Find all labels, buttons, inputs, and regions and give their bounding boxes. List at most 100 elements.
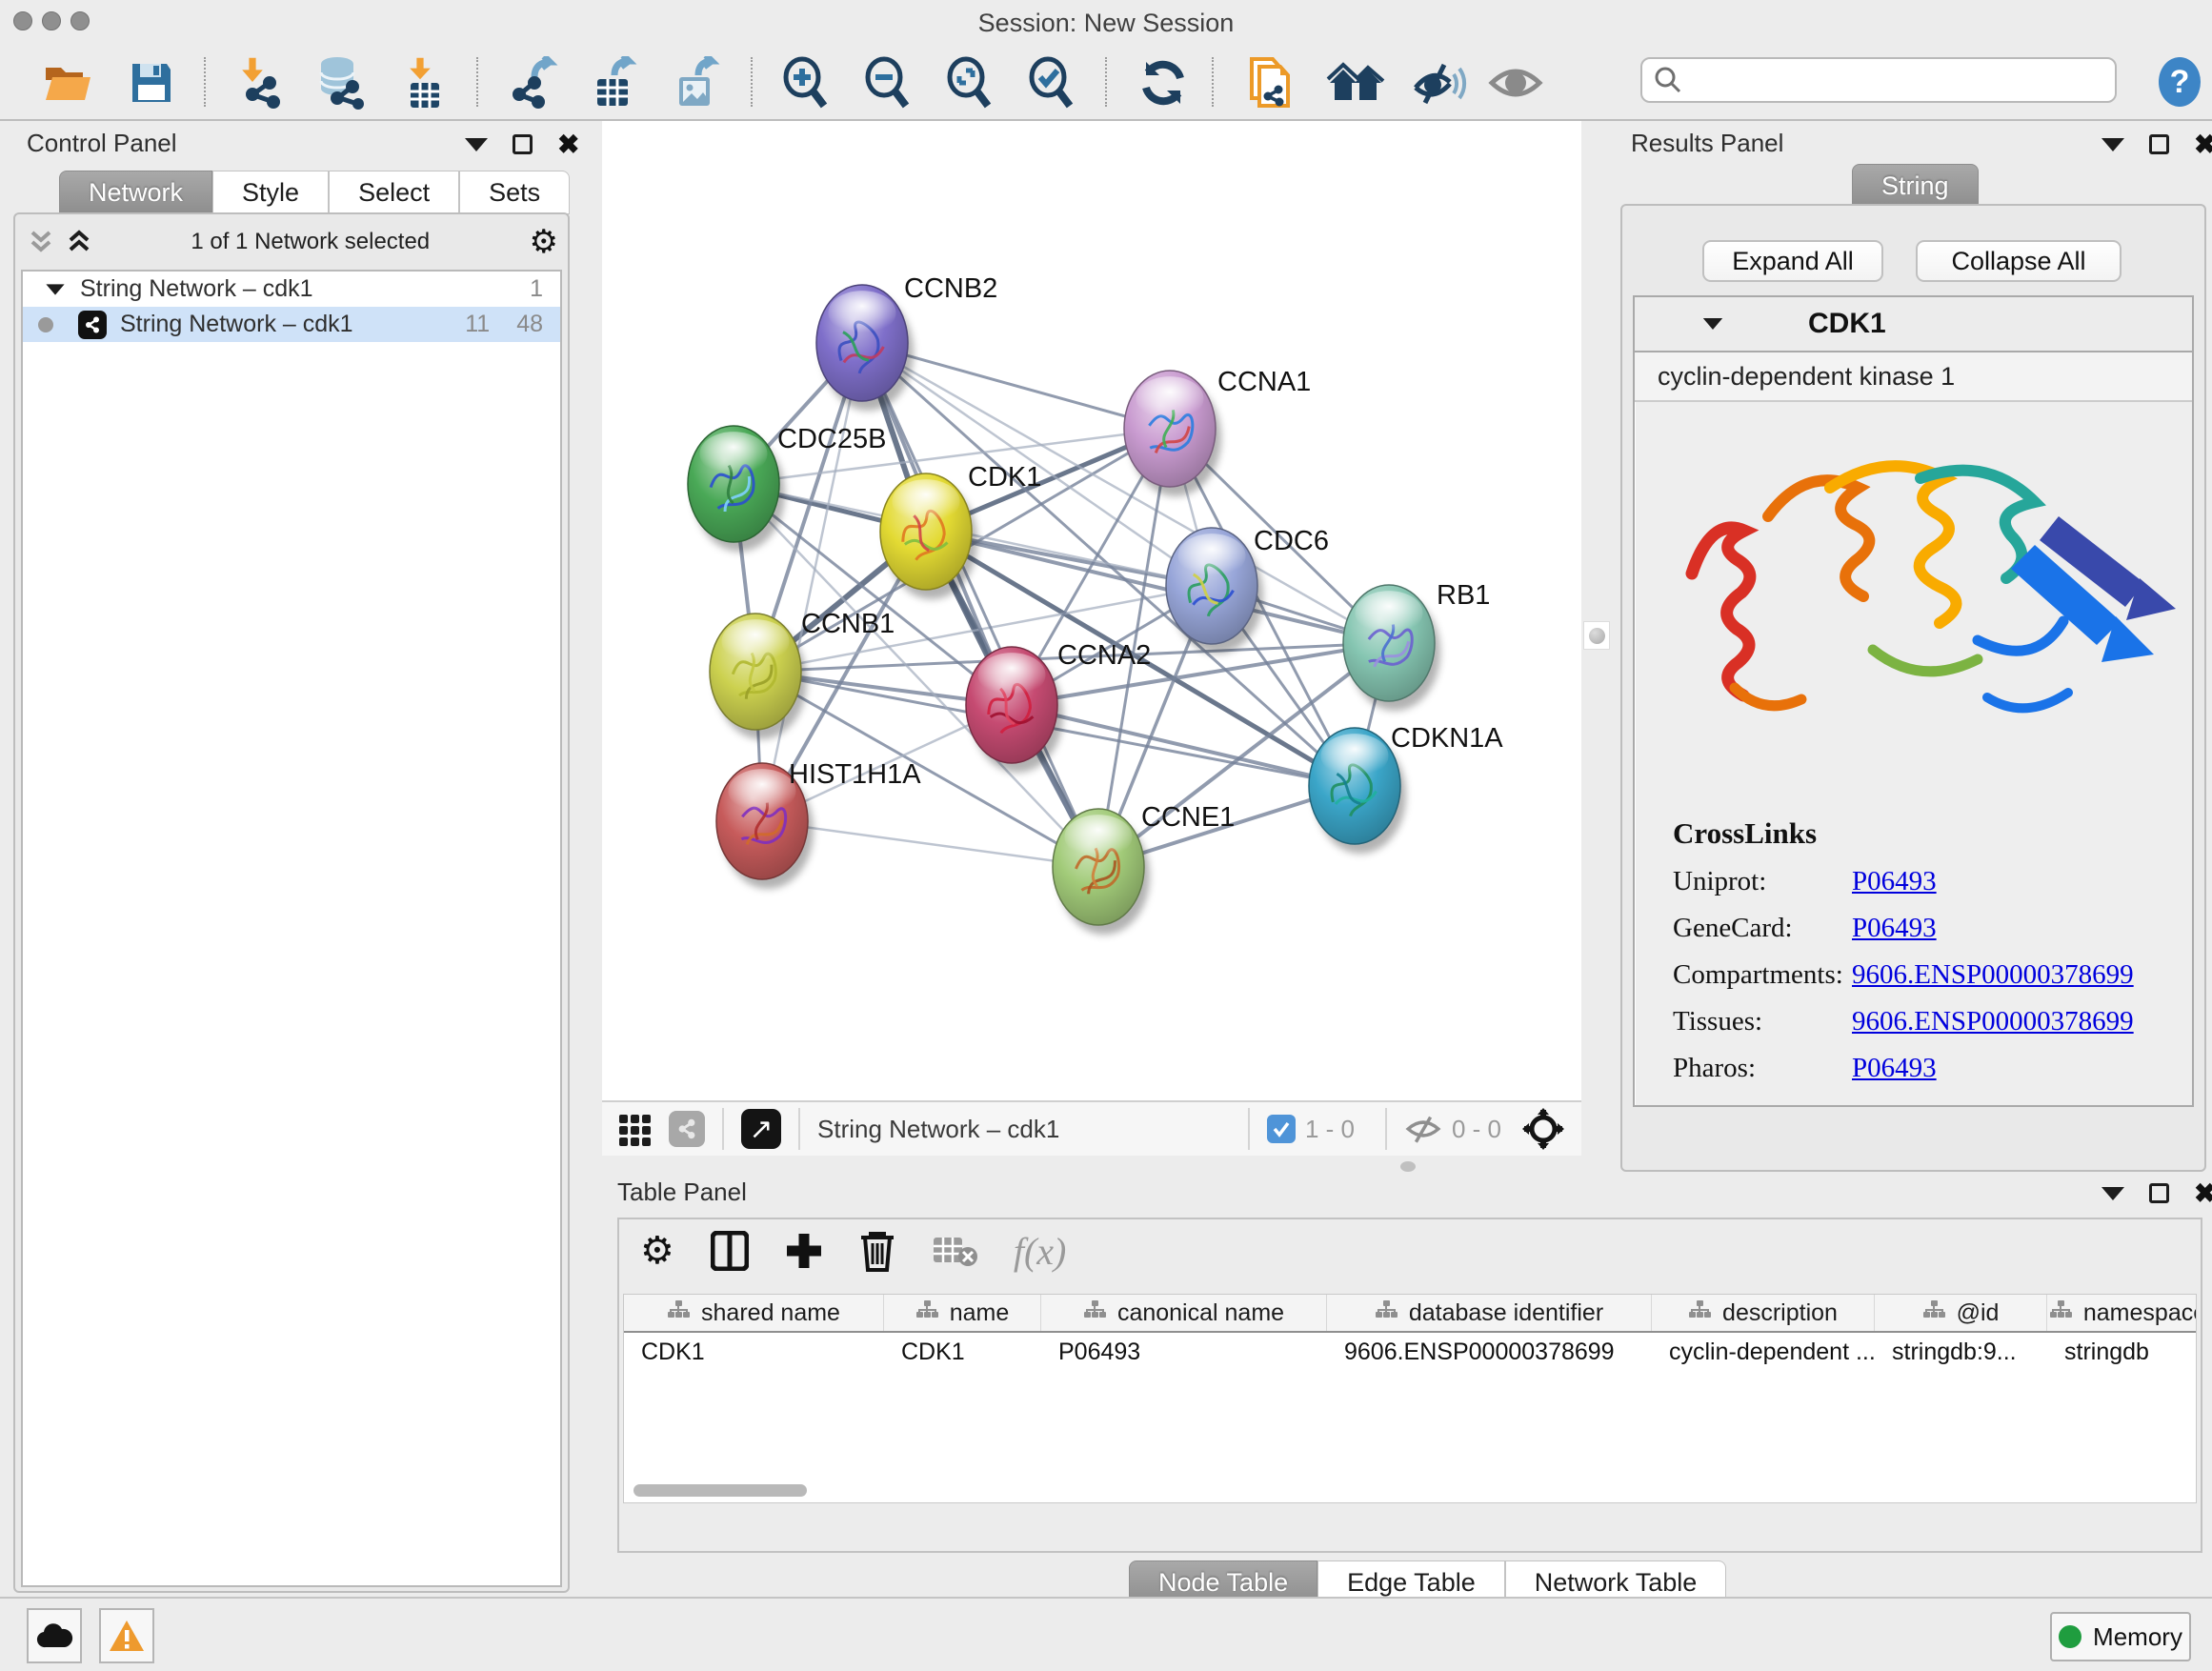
tab-sets[interactable]: Sets xyxy=(459,171,570,214)
table-options-gear[interactable]: ⚙ xyxy=(640,1237,674,1265)
panel-menu-button[interactable] xyxy=(465,138,488,151)
panel-menu-button[interactable] xyxy=(2101,138,2124,151)
results-splitter-handle[interactable] xyxy=(1583,621,1610,650)
crosslink-label: Pharos: xyxy=(1673,1053,1852,1084)
entry-expander-icon[interactable] xyxy=(1703,318,1722,330)
network-canvas[interactable]: CCNB2CCNA1CDC25BCDK1CDC6RB1CCNB1CCNA2CDK… xyxy=(602,121,1581,1100)
crosslink-row: Compartments:9606.ENSP00000378699 xyxy=(1673,959,2192,991)
add-column-button[interactable] xyxy=(785,1232,823,1270)
column-header-name[interactable]: name xyxy=(884,1295,1041,1331)
node-RB1[interactable]: RB1 xyxy=(1343,580,1490,711)
zoom-selected-button[interactable] xyxy=(1021,55,1080,111)
edge-CCNB2-HIST1H1A[interactable] xyxy=(762,343,862,821)
birdseye-toggle-icon[interactable] xyxy=(1522,1108,1564,1150)
export-image-button[interactable] xyxy=(665,55,724,111)
view-network-name: String Network – cdk1 xyxy=(817,1115,1059,1144)
crosslink-link[interactable]: P06493 xyxy=(1852,1053,1937,1084)
search-input[interactable] xyxy=(1692,66,2092,95)
zoom-fit-button[interactable] xyxy=(939,55,998,111)
node-CDK1[interactable]: CDK1 xyxy=(880,462,1041,599)
expand-all-icon[interactable] xyxy=(67,229,91,255)
network-row[interactable]: String Network – cdk1 11 48 xyxy=(23,307,560,342)
memory-button[interactable]: Memory xyxy=(2050,1612,2191,1661)
column-header-database-identifier[interactable]: database identifier xyxy=(1327,1295,1652,1331)
crosslink-link[interactable]: 9606.ENSP00000378699 xyxy=(1852,1006,2134,1037)
column-header-description[interactable]: description xyxy=(1652,1295,1875,1331)
panel-menu-button[interactable] xyxy=(2101,1187,2124,1200)
delete-table-button[interactable] xyxy=(932,1234,977,1268)
node-CDKN1A[interactable]: CDKN1A xyxy=(1309,723,1503,854)
node-label-CDC6: CDC6 xyxy=(1254,526,1329,556)
node-CCNB2[interactable]: CCNB2 xyxy=(816,273,997,411)
entry-description: cyclin-dependent kinase 1 xyxy=(1635,352,2192,402)
detach-view-button[interactable]: ↗ xyxy=(741,1109,781,1149)
column-type-icon xyxy=(1688,1299,1711,1327)
close-panel-button[interactable]: ✖ xyxy=(2194,1184,2212,1203)
table-cell: cyclin-dependent ... xyxy=(1652,1333,1875,1371)
toolbar-separator xyxy=(751,57,753,107)
collapse-all-button[interactable]: Collapse All xyxy=(1916,240,2122,282)
column-header-canonical-name[interactable]: canonical name xyxy=(1041,1295,1327,1331)
hidden-eye-icon[interactable] xyxy=(1404,1113,1442,1145)
column-header-@id[interactable]: @id xyxy=(1875,1295,2047,1331)
float-panel-button[interactable] xyxy=(2149,1183,2169,1203)
network-options-gear[interactable]: ⚙ xyxy=(530,228,558,256)
close-panel-button[interactable]: ✖ xyxy=(557,135,579,154)
node-CCNE1[interactable]: CCNE1 xyxy=(1053,802,1235,935)
network-collection-row[interactable]: String Network – cdk1 1 xyxy=(23,272,560,307)
first-neighbors-button[interactable] xyxy=(1326,55,1385,111)
save-session-button[interactable] xyxy=(122,55,181,111)
crosslink-label: GeneCard: xyxy=(1673,913,1852,944)
export-table-button[interactable] xyxy=(583,55,642,111)
import-table-button[interactable] xyxy=(392,55,452,111)
node-CDC25B[interactable]: CDC25B xyxy=(688,424,886,552)
tab-select[interactable]: Select xyxy=(329,171,459,214)
view-grid-button[interactable] xyxy=(617,1111,654,1147)
column-header-shared-name[interactable]: shared name xyxy=(624,1295,884,1331)
float-panel-button[interactable] xyxy=(513,134,533,154)
cloud-status-button[interactable] xyxy=(27,1608,82,1663)
collapse-all-icon[interactable] xyxy=(29,229,53,255)
import-network-button[interactable] xyxy=(229,55,288,111)
delete-column-button[interactable] xyxy=(859,1230,895,1272)
network-status-dot xyxy=(38,317,53,332)
hide-selected-button[interactable] xyxy=(1410,55,1469,111)
column-header-namespace[interactable]: namespace xyxy=(2047,1295,2197,1331)
show-all-button[interactable] xyxy=(1486,55,1545,111)
network-selection-status: 1 of 1 Network selected xyxy=(91,229,530,255)
function-builder-button[interactable]: f(x) xyxy=(1014,1229,1067,1274)
close-panel-button[interactable]: ✖ xyxy=(2194,135,2212,154)
horizontal-splitter-handle[interactable] xyxy=(1400,1161,1416,1172)
tab-style[interactable]: Style xyxy=(212,171,329,214)
table-hscrollbar-thumb[interactable] xyxy=(633,1484,807,1497)
node-CDC6[interactable]: CDC6 xyxy=(1166,526,1329,654)
new-network-from-selection-button[interactable] xyxy=(1240,55,1299,111)
table-cell: 9606.ENSP00000378699 xyxy=(1327,1333,1652,1371)
table-row[interactable]: CDK1CDK1P064939606.ENSP00000378699cyclin… xyxy=(624,1333,2196,1371)
tab-string[interactable]: String xyxy=(1852,164,1979,208)
crosslink-link[interactable]: P06493 xyxy=(1852,913,1937,944)
collection-count: 1 xyxy=(530,275,543,303)
toolbar-separator xyxy=(1105,57,1107,107)
import-network-database-button[interactable] xyxy=(311,55,370,111)
crosslink-link[interactable]: 9606.ENSP00000378699 xyxy=(1852,959,2134,991)
crosslink-link[interactable]: P06493 xyxy=(1852,866,1937,897)
zoom-out-button[interactable] xyxy=(857,55,916,111)
export-network-button[interactable] xyxy=(503,55,562,111)
tab-network[interactable]: Network xyxy=(59,171,212,214)
apply-layout-button[interactable] xyxy=(1134,55,1193,111)
warning-status-button[interactable] xyxy=(99,1608,154,1663)
node-CCNB1[interactable]: CCNB1 xyxy=(710,609,895,739)
edge-CCNA2-CDKN1A[interactable] xyxy=(1012,705,1355,786)
node-HIST1H1A[interactable]: HIST1H1A xyxy=(716,759,921,889)
zoom-in-button[interactable] xyxy=(775,55,835,111)
open-session-button[interactable] xyxy=(38,55,97,111)
show-columns-button[interactable] xyxy=(711,1231,749,1271)
help-button[interactable]: ? xyxy=(2155,55,2204,109)
float-panel-button[interactable] xyxy=(2149,134,2169,154)
entry-header[interactable]: CDK1 xyxy=(1635,297,2192,352)
collection-expander-icon[interactable] xyxy=(46,284,64,294)
string-view-icon[interactable] xyxy=(669,1111,705,1147)
selected-checkbox-icon[interactable] xyxy=(1267,1115,1296,1143)
expand-all-button[interactable]: Expand All xyxy=(1702,240,1883,282)
